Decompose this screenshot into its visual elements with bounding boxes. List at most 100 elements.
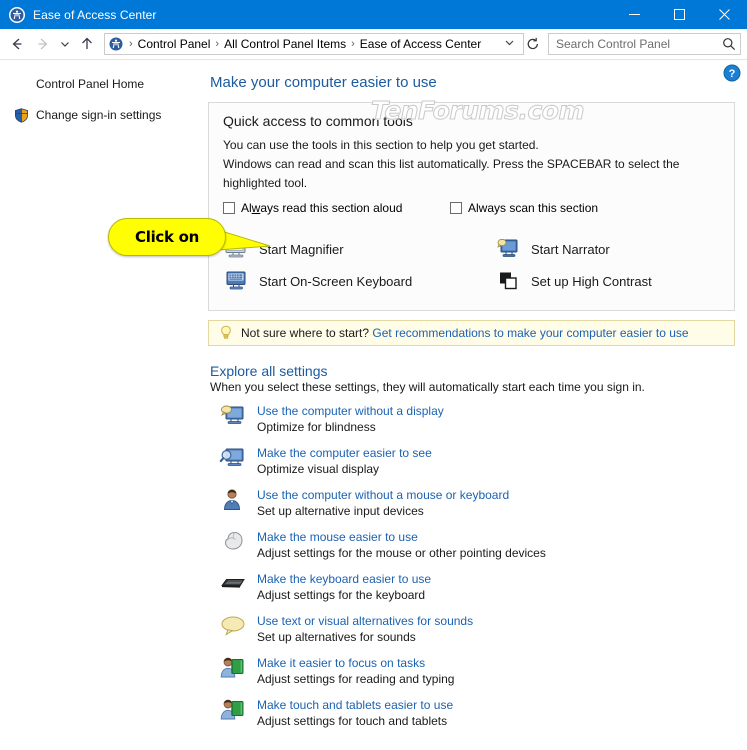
- breadcrumb-all-control-panel-items[interactable]: All Control Panel Items: [222, 37, 348, 51]
- quick-access-checkbox-row: Always read this section aloud Always sc…: [223, 201, 720, 215]
- breadcrumb-separator[interactable]: ›: [348, 38, 358, 50]
- tool-row: Start On-Screen Keyboard Set up High Con…: [223, 265, 720, 297]
- address-ease-of-access-icon: [109, 37, 123, 51]
- quick-access-line-2: Windows can read and scan this list auto…: [223, 157, 680, 190]
- setting-link[interactable]: Make touch and tablets easier to use: [257, 697, 453, 713]
- tool-label: Set up High Contrast: [531, 273, 652, 289]
- navigation-bar: › Control Panel › All Control Panel Item…: [0, 29, 747, 60]
- list-item-text: Make the computer easier to see Optimize…: [257, 445, 432, 478]
- lightbulb-icon: [219, 325, 233, 341]
- setting-link[interactable]: Use the computer without a display: [257, 403, 444, 419]
- tool-start-narrator[interactable]: Start Narrator: [495, 233, 610, 265]
- list-item-text: Make touch and tablets easier to use Adj…: [257, 697, 453, 730]
- callout-click-on: Click on: [108, 218, 226, 256]
- search-input[interactable]: Search Control Panel: [556, 37, 722, 51]
- quick-access-panel: TenForums.com Quick access to common too…: [208, 96, 735, 311]
- list-item-text: Use the computer without a display Optim…: [257, 403, 444, 436]
- sidebar: Control Panel Home Change sign-in settin…: [0, 60, 200, 126]
- list-item[interactable]: Use the computer without a mouse or keyb…: [218, 487, 735, 520]
- callout-text: Click on: [135, 228, 199, 246]
- minimize-button[interactable]: [612, 0, 657, 29]
- list-item[interactable]: Use text or visual alternatives for soun…: [218, 613, 735, 646]
- setting-description: Set up alternatives for sounds: [257, 630, 416, 644]
- content-area: ? Control Panel Home Change sign-in sett…: [0, 60, 747, 750]
- tool-label: Start Narrator: [531, 241, 610, 257]
- setting-description: Optimize for blindness: [257, 420, 376, 434]
- setting-link[interactable]: Make the computer easier to see: [257, 445, 432, 461]
- breadcrumb-separator[interactable]: ›: [126, 38, 136, 50]
- quick-access-line-1: You can use the tools in this section to…: [223, 138, 539, 152]
- checkbox-always-read-aloud[interactable]: Always read this section aloud: [223, 201, 450, 215]
- breadcrumb-control-panel[interactable]: Control Panel: [136, 37, 213, 51]
- recommendation-link[interactable]: Get recommendations to make your compute…: [372, 326, 688, 340]
- quick-access-heading: Quick access to common tools: [223, 113, 413, 129]
- address-bar[interactable]: › Control Panel › All Control Panel Item…: [104, 33, 524, 55]
- person-book-icon: [218, 655, 248, 687]
- list-item[interactable]: Make the keyboard easier to use Adjust s…: [218, 571, 735, 604]
- ease-of-access-icon: [9, 6, 25, 23]
- high-contrast-icon: [495, 268, 521, 294]
- setting-description: Adjust settings for touch and tablets: [257, 714, 448, 728]
- narrator-icon: [495, 236, 521, 262]
- sidebar-item-change-sign-in-settings[interactable]: Change sign-in settings: [0, 105, 200, 126]
- list-item[interactable]: Use the computer without a display Optim…: [218, 403, 735, 436]
- title-bar: Ease of Access Center: [0, 0, 747, 29]
- explore-subheading: When you select these settings, they wil…: [210, 380, 645, 394]
- search-box[interactable]: Search Control Panel: [548, 33, 741, 55]
- chevron-down-icon[interactable]: [498, 37, 521, 51]
- checkbox-always-scan-section[interactable]: Always scan this section: [450, 201, 598, 215]
- setting-description: Set up alternative input devices: [257, 504, 424, 518]
- tool-set-up-high-contrast[interactable]: Set up High Contrast: [495, 265, 652, 297]
- list-item[interactable]: Make touch and tablets easier to use Adj…: [218, 697, 735, 730]
- checkbox-label: Always scan this section: [468, 201, 599, 215]
- setting-link[interactable]: Use text or visual alternatives for soun…: [257, 613, 473, 629]
- quick-access-tools: Start Magnifier Start Narrator Start On-…: [223, 233, 720, 297]
- setting-link[interactable]: Make it easier to focus on tasks: [257, 655, 454, 671]
- search-icon[interactable]: [722, 37, 736, 51]
- speech-bubble-icon: [218, 613, 248, 645]
- tool-label: Start On-Screen Keyboard: [259, 273, 413, 289]
- up-button[interactable]: [74, 31, 100, 57]
- display-magnify-icon: [218, 445, 248, 477]
- maximize-button[interactable]: [657, 0, 702, 29]
- setting-link[interactable]: Use the computer without a mouse or keyb…: [257, 487, 509, 503]
- window-title: Ease of Access Center: [33, 7, 157, 22]
- checkbox-box[interactable]: [450, 202, 462, 214]
- page-title: Make your computer easier to use: [210, 74, 437, 91]
- list-item-text: Make it easier to focus on tasks Adjust …: [257, 655, 454, 688]
- setting-description: Adjust settings for reading and typing: [257, 672, 455, 686]
- list-item[interactable]: Make the computer easier to see Optimize…: [218, 445, 735, 478]
- breadcrumb-separator[interactable]: ›: [212, 38, 222, 50]
- list-item-text: Use the computer without a mouse or keyb…: [257, 487, 509, 520]
- list-item-text: Make the mouse easier to use Adjust sett…: [257, 529, 546, 562]
- person-book-icon: [218, 697, 248, 729]
- setting-description: Adjust settings for the keyboard: [257, 588, 426, 602]
- back-button[interactable]: [4, 31, 30, 57]
- list-item[interactable]: Make it easier to focus on tasks Adjust …: [218, 655, 735, 688]
- person-icon: [218, 487, 248, 519]
- checkbox-label: Always read this section aloud: [241, 201, 403, 215]
- refresh-icon[interactable]: [524, 37, 544, 51]
- keyboard-icon: [218, 571, 248, 603]
- setting-link[interactable]: Make the keyboard easier to use: [257, 571, 431, 587]
- sidebar-item-label: Change sign-in settings: [36, 108, 162, 122]
- breadcrumb-ease-of-access-center[interactable]: Ease of Access Center: [358, 37, 483, 51]
- on-screen-keyboard-icon: [223, 268, 249, 294]
- sidebar-item-control-panel-home[interactable]: Control Panel Home: [0, 74, 200, 95]
- window-controls: [612, 0, 747, 29]
- explore-settings-list: Use the computer without a display Optim…: [218, 403, 735, 730]
- list-item-text: Use text or visual alternatives for soun…: [257, 613, 473, 646]
- list-item[interactable]: Make the mouse easier to use Adjust sett…: [218, 529, 735, 562]
- tool-start-on-screen-keyboard[interactable]: Start On-Screen Keyboard: [223, 265, 495, 297]
- recommendation-bar[interactable]: Not sure where to start? Get recommendat…: [208, 320, 735, 346]
- main-panel: Make your computer easier to use TenForu…: [200, 60, 747, 730]
- recent-locations-button[interactable]: [56, 31, 74, 57]
- checkbox-box[interactable]: [223, 202, 235, 214]
- explore-heading: Explore all settings: [210, 363, 328, 379]
- close-button[interactable]: [702, 0, 747, 29]
- forward-button[interactable]: [30, 31, 56, 57]
- setting-description: Optimize visual display: [257, 462, 380, 476]
- mouse-icon: [218, 529, 248, 561]
- setting-link[interactable]: Make the mouse easier to use: [257, 529, 546, 545]
- callout-pointer: [218, 229, 271, 251]
